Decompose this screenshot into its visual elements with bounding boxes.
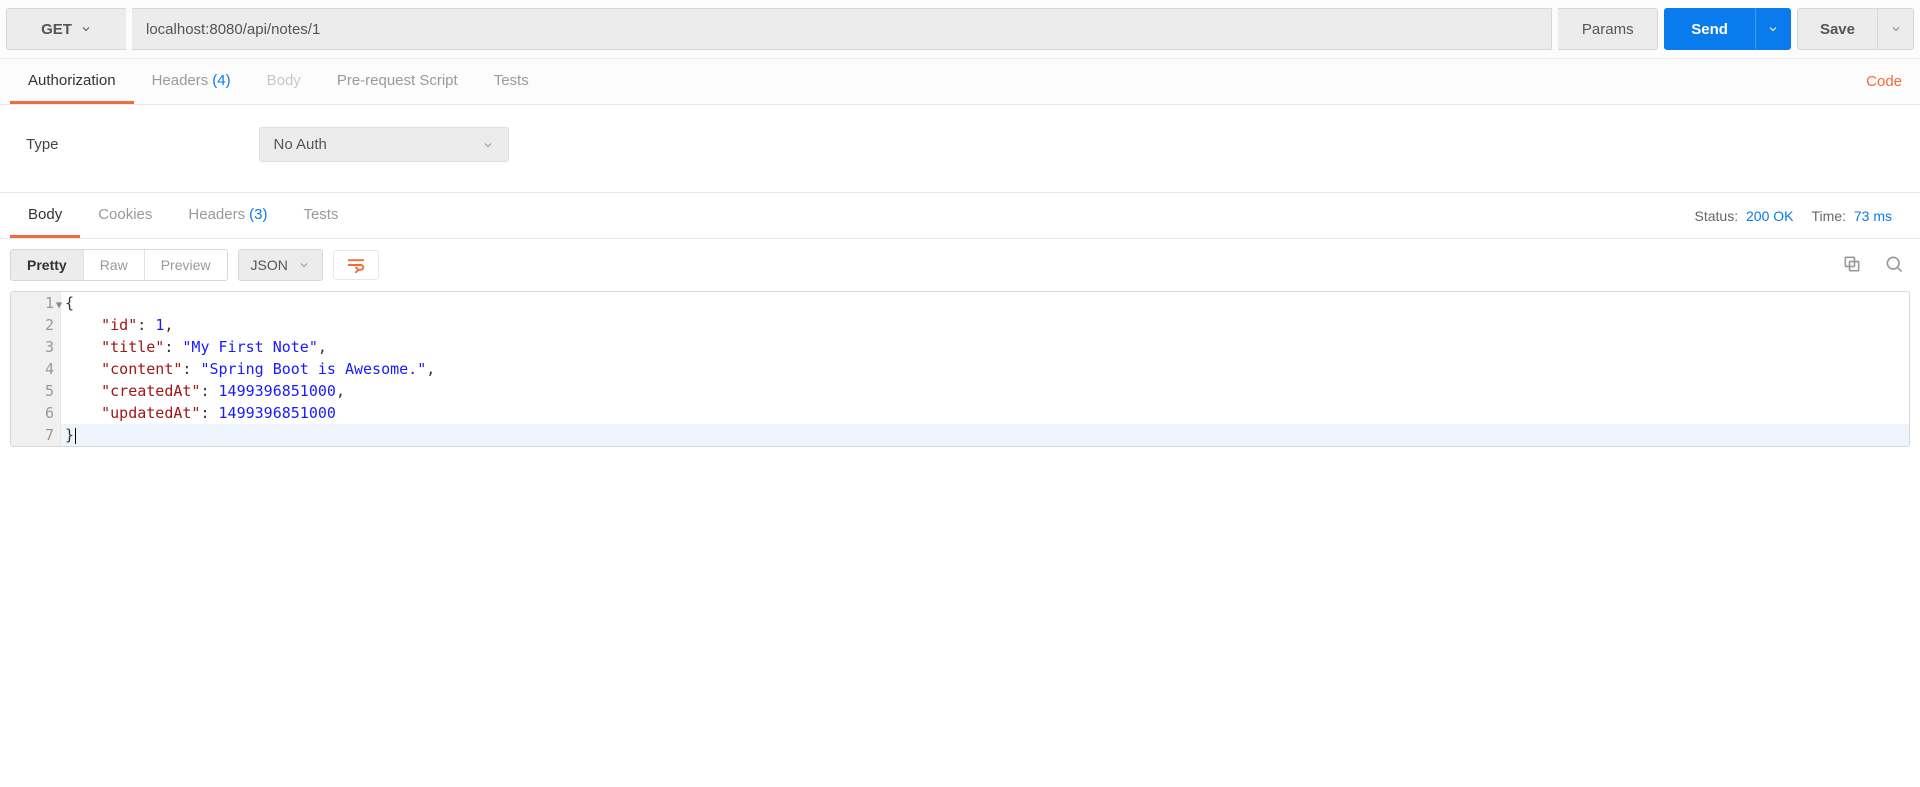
save-button[interactable]: Save (1797, 8, 1878, 50)
send-dropdown[interactable] (1755, 8, 1791, 50)
search-button[interactable] (1878, 250, 1910, 281)
save-button-group: Save (1797, 8, 1914, 50)
auth-type-selected: No Auth (274, 136, 327, 153)
method-dropdown[interactable]: GET (6, 8, 126, 50)
tab-headers-label: Headers (152, 72, 209, 89)
line-number: 5 (11, 380, 61, 402)
method-label: GET (41, 21, 72, 38)
search-icon (1884, 254, 1904, 274)
tab-body[interactable]: Body (249, 59, 319, 104)
line-number: 1 ▼ (11, 292, 61, 314)
url-input[interactable] (132, 8, 1552, 50)
resp-tab-cookies[interactable]: Cookies (80, 193, 170, 238)
save-dropdown[interactable] (1878, 8, 1914, 50)
send-button[interactable]: Send (1664, 8, 1755, 50)
response-time: Time: 73 ms (1812, 208, 1893, 224)
resp-tab-tests[interactable]: Tests (285, 193, 356, 238)
code-content: } (61, 424, 1909, 446)
view-preview[interactable]: Preview (145, 250, 227, 280)
chevron-down-icon (80, 23, 92, 35)
text-cursor (75, 428, 76, 444)
tab-tests[interactable]: Tests (476, 59, 547, 104)
wrap-lines-button[interactable] (333, 250, 379, 280)
code-content: "updatedAt": 1499396851000 (61, 402, 1909, 424)
chevron-down-icon (298, 259, 310, 271)
response-time-value: 73 ms (1854, 208, 1892, 224)
language-label: JSON (251, 257, 288, 273)
line-number: 7 (11, 424, 61, 446)
request-bar: GET Params Send Save (0, 0, 1920, 59)
code-content: "title": "My First Note", (61, 336, 1909, 358)
code-content: "content": "Spring Boot is Awesome.", (61, 358, 1909, 380)
response-status-value: 200 OK (1746, 208, 1793, 224)
response-time-label: Time: (1812, 208, 1846, 224)
language-select[interactable]: JSON (238, 249, 323, 281)
chevron-down-icon (482, 139, 494, 151)
tab-headers-count: (4) (212, 72, 230, 89)
wrap-icon (346, 257, 366, 273)
tab-prerequest[interactable]: Pre-request Script (319, 59, 476, 104)
code-content: { (61, 292, 1909, 314)
resp-tab-headers[interactable]: Headers (3) (170, 193, 285, 238)
auth-type-label: Type (26, 136, 59, 153)
copy-icon (1842, 254, 1862, 274)
chevron-down-icon (1890, 23, 1902, 35)
code-content: "id": 1, (61, 314, 1909, 336)
view-raw[interactable]: Raw (84, 250, 145, 280)
view-mode-toggle: Pretty Raw Preview (10, 249, 228, 281)
params-button[interactable]: Params (1558, 8, 1658, 50)
response-body[interactable]: 1 ▼ { 2 "id": 1, 3 "title": "My First No… (10, 291, 1910, 447)
body-toolbar: Pretty Raw Preview JSON (0, 239, 1920, 291)
response-status-label: Status: (1695, 208, 1739, 224)
line-number: 6 (11, 402, 61, 424)
resp-tab-headers-label: Headers (188, 206, 245, 223)
line-number: 3 (11, 336, 61, 358)
response-tabs: Body Cookies Headers (3) Tests Status: 2… (0, 193, 1920, 239)
code-link[interactable]: Code (1858, 73, 1910, 90)
chevron-down-icon (1767, 23, 1779, 35)
response-status: Status: 200 OK (1695, 208, 1794, 224)
auth-panel: Type No Auth (0, 105, 1920, 193)
tab-authorization[interactable]: Authorization (10, 59, 134, 104)
tab-headers[interactable]: Headers (4) (134, 59, 249, 104)
copy-button[interactable] (1836, 250, 1868, 281)
request-tabs: Authorization Headers (4) Body Pre-reque… (0, 59, 1920, 105)
auth-type-select[interactable]: No Auth (259, 127, 509, 162)
line-number: 2 (11, 314, 61, 336)
view-pretty[interactable]: Pretty (11, 250, 84, 280)
resp-tab-body[interactable]: Body (10, 193, 80, 238)
send-button-group: Send (1664, 8, 1791, 50)
code-content: "createdAt": 1499396851000, (61, 380, 1909, 402)
line-number: 4 (11, 358, 61, 380)
resp-tab-headers-count: (3) (249, 206, 267, 223)
